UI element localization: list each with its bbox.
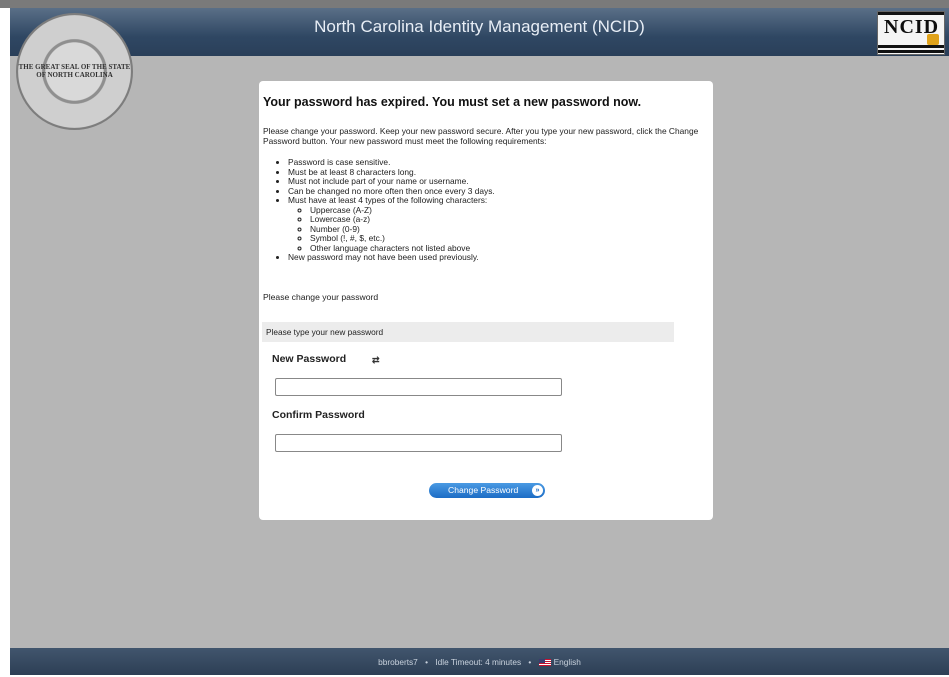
footer-username: bbroberts7 bbox=[378, 657, 418, 667]
change-password-button-label: Change Password bbox=[448, 485, 519, 495]
password-card: Your password has expired. You must set … bbox=[259, 81, 713, 520]
confirm-password-label: Confirm Password bbox=[272, 409, 365, 421]
page-title: Your password has expired. You must set … bbox=[263, 95, 642, 109]
requirement-text: Must have at least 4 types of the follow… bbox=[288, 195, 488, 205]
app-title: North Carolina Identity Management (NCID… bbox=[314, 17, 645, 36]
ncid-logo: NCID bbox=[877, 11, 945, 55]
footer-separator: • bbox=[528, 657, 532, 667]
state-seal: THE GREAT SEAL OF THE STATE OF NORTH CAR… bbox=[16, 13, 133, 130]
change-password-label: Please change your password bbox=[263, 292, 379, 302]
intro-text: Please change your password. Keep your n… bbox=[263, 126, 699, 146]
char-types-list: Uppercase (A-Z) Lowercase (a-z) Number (… bbox=[288, 205, 495, 254]
language-label: English bbox=[553, 657, 581, 667]
requirement-item: Must have at least 4 types of the follow… bbox=[288, 195, 495, 254]
swap-arrows-icon[interactable]: ⇄ bbox=[372, 355, 380, 366]
lock-icon bbox=[927, 34, 939, 45]
new-password-input[interactable] bbox=[275, 378, 562, 396]
us-flag-icon bbox=[538, 659, 551, 667]
idle-timeout: Idle Timeout: 4 minutes bbox=[435, 657, 522, 667]
seal-text: THE GREAT SEAL OF THE STATE OF NORTH CAR… bbox=[18, 63, 131, 79]
requirements-list: Password is case sensitive. Must be at l… bbox=[277, 157, 495, 263]
footer-separator: • bbox=[425, 657, 429, 667]
change-password-button[interactable]: Change Password » bbox=[429, 483, 545, 498]
language-selector[interactable]: English bbox=[538, 657, 581, 667]
section-header: Please type your new password bbox=[262, 322, 674, 342]
page-frame: North Carolina Identity Management (NCID… bbox=[10, 8, 949, 675]
header-bar: North Carolina Identity Management (NCID… bbox=[10, 8, 949, 56]
footer-bar: bbroberts7 • Idle Timeout: 4 minutes • E… bbox=[10, 648, 949, 675]
requirement-item: New password may not have been used prev… bbox=[288, 252, 495, 263]
new-password-label: New Password bbox=[272, 353, 347, 365]
top-strip bbox=[0, 0, 949, 8]
confirm-password-input[interactable] bbox=[275, 434, 562, 452]
double-chevron-right-icon: » bbox=[532, 485, 543, 496]
